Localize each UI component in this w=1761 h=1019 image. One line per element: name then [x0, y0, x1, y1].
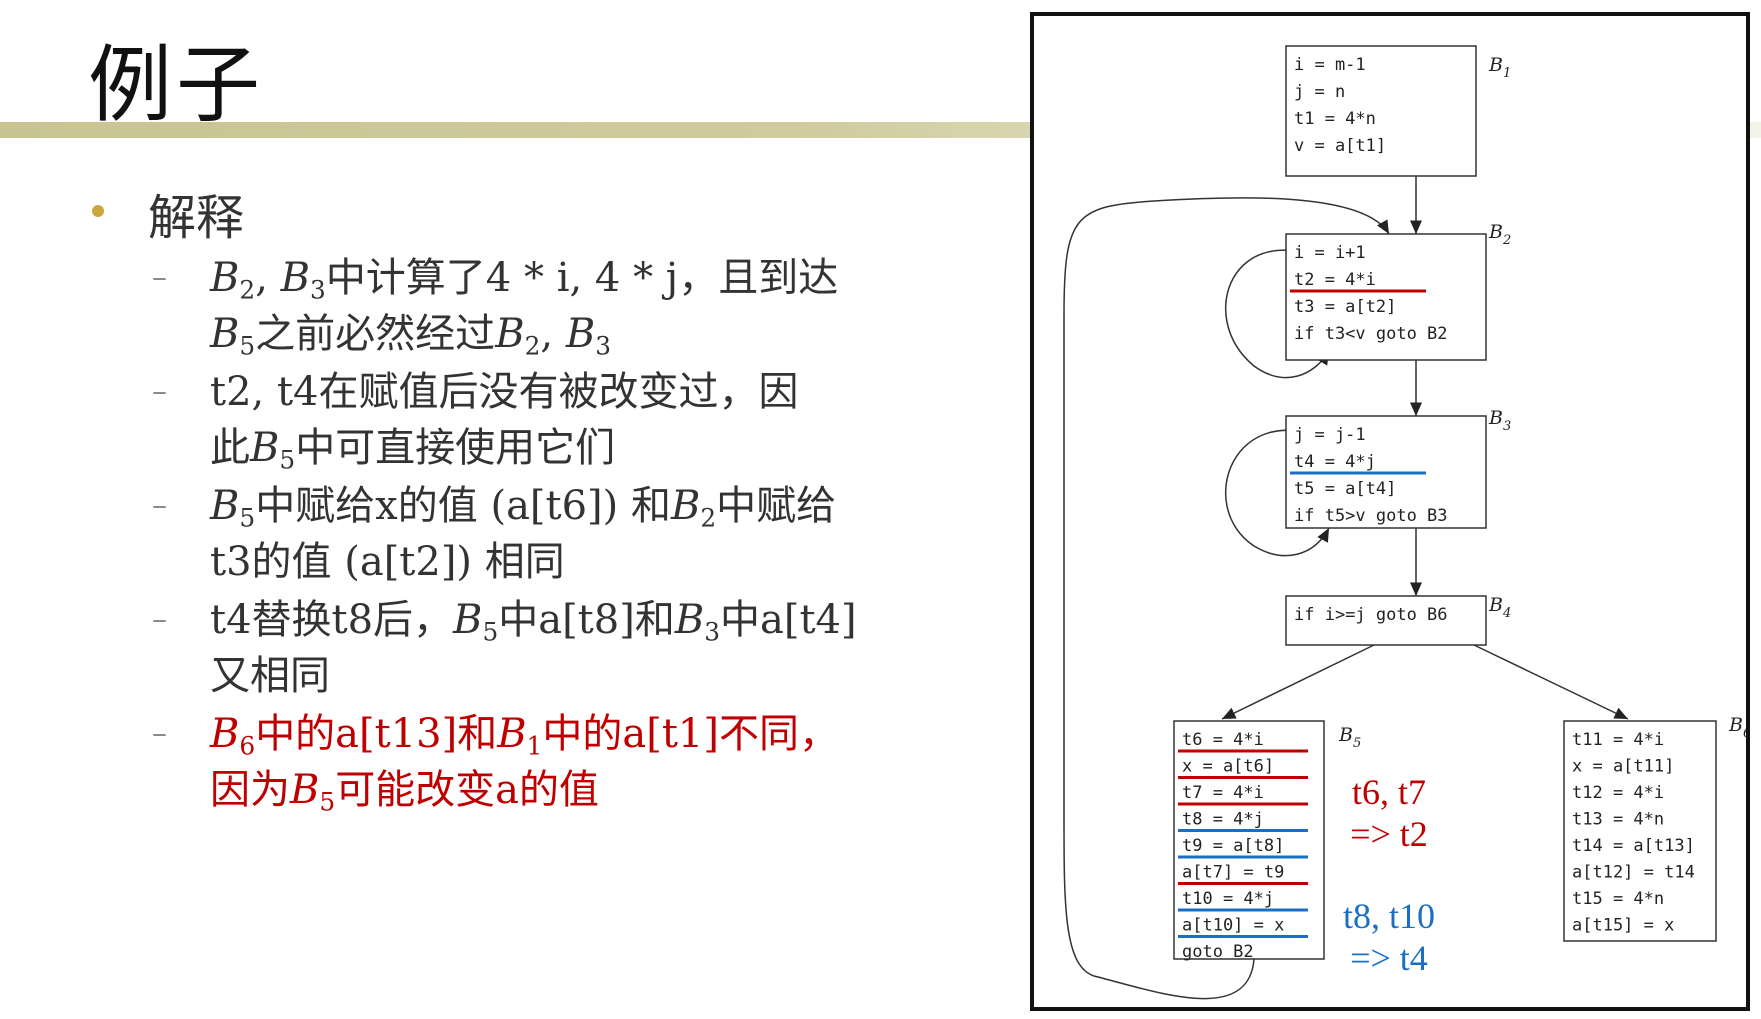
code-line: if t3<v goto B2: [1294, 324, 1448, 344]
dash-bullet-icon: –: [152, 602, 167, 637]
code-line: x = a[t11]: [1572, 757, 1674, 777]
code-line: t4 = 4*j: [1294, 452, 1376, 472]
code-line: goto B2: [1182, 942, 1254, 962]
annotation-note-blue: => t4: [1350, 938, 1428, 978]
code-line: t13 = 4*n: [1572, 810, 1664, 830]
code-line: a[t10] = x: [1182, 916, 1284, 936]
block-b6: t11 = 4*i x = a[t11] t12 = 4*i t13 = 4*n t14…: [1563, 714, 1746, 942]
code-line: x = a[t6]: [1182, 757, 1274, 777]
code-line: if i>=j goto B6: [1294, 605, 1448, 625]
dash-bullet-icon: –: [152, 716, 167, 751]
block-label: B3: [1488, 407, 1511, 434]
section-heading: 解释: [148, 190, 245, 246]
block-b1: i = m-1 j = n t1 = 4*n v = a[t1] B1: [1285, 45, 1511, 177]
code-line: t10 = 4*j: [1182, 889, 1274, 909]
block-label: B5: [1338, 724, 1361, 751]
explanation-line: 又相同: [210, 653, 330, 699]
explanation-line: t2, t4在赋值后没有被改变过，因: [210, 369, 799, 415]
explanation-line: 因为B5可能改变a的值: [210, 767, 600, 817]
dash-bullet-icon: –: [152, 374, 167, 409]
block-b5: t6 = 4*i x = a[t6] t7 = 4*i t8 = 4*j t9 = a[…: [1173, 720, 1361, 962]
block-label: B6: [1728, 714, 1746, 741]
code-line: a[t12] = t14: [1572, 863, 1695, 883]
block-b3: j = j-1 t4 = 4*j t5 = a[t4] if t5>v goto B3…: [1285, 407, 1511, 529]
slide-title: 例子: [88, 36, 265, 134]
annotation-note-red: => t2: [1350, 814, 1428, 854]
code-line: t8 = 4*j: [1182, 810, 1264, 830]
code-line: t1 = 4*n: [1294, 109, 1376, 129]
explanation-line: B6中的a[t13]和B1中的a[t1]不同，: [210, 711, 839, 761]
code-line: t5 = a[t4]: [1294, 479, 1396, 499]
code-line: t6 = 4*i: [1182, 730, 1264, 750]
explanation-item-2: – t2, t4在赋值后没有被改变过，因此B5中可直接使用它们: [152, 364, 872, 476]
code-line: t12 = 4*i: [1572, 783, 1664, 803]
explanation-line: B5中赋给x的值 (a[t6]) 和B2中赋给: [210, 483, 837, 533]
explanation-list: – B2, B3中计算了4 * i, 4 * j，且到达 B5之前必然经过B2, B…: [152, 250, 872, 820]
explanation-item-3: – B5中赋给x的值 (a[t6]) 和B2中赋给 t3的值 (a[t2]) 相同: [152, 478, 872, 590]
code-line: t3 = a[t2]: [1294, 297, 1396, 317]
explanation-line: t4替换t8后，B5中a[t8]和B3中a[t4]: [210, 597, 857, 647]
code-line: a[t7] = t9: [1182, 863, 1284, 883]
flow-graph-frame: i = m-1 j = n t1 = 4*n v = a[t1] B1 i = i+1 t2…: [1030, 12, 1750, 1011]
flow-graph: i = m-1 j = n t1 = 4*n v = a[t1] B1 i = i+1 t2…: [1063, 45, 1746, 1000]
block-label: B1: [1488, 54, 1511, 81]
block-label: B2: [1488, 221, 1511, 248]
code-line: i = m-1: [1294, 55, 1366, 75]
code-line: t9 = a[t8]: [1182, 836, 1284, 856]
block-b4: if i>=j goto B6 B4: [1285, 594, 1511, 646]
code-line: j = j-1: [1294, 425, 1366, 445]
edge-b4-b5: [1221, 644, 1375, 720]
code-line: a[t15] = x: [1572, 916, 1674, 936]
bullet-dot-icon: [92, 205, 104, 217]
explanation-line: B2, B3中计算了4 * i, 4 * j，且到达: [210, 255, 839, 305]
block-label: B4: [1488, 594, 1511, 621]
explanation-line: t3的值 (a[t2]) 相同: [210, 539, 565, 585]
code-line: v = a[t1]: [1294, 136, 1386, 156]
dash-bullet-icon: –: [152, 260, 167, 295]
explanation-line: 此B5中可直接使用它们: [210, 425, 616, 475]
code-line: j = n: [1294, 82, 1345, 102]
code-line: if t5>v goto B3: [1294, 506, 1448, 526]
annotation-note-blue: t8, t10: [1343, 896, 1435, 936]
dash-bullet-icon: –: [152, 488, 167, 523]
explanation-line: B5之前必然经过B2, B3: [210, 311, 611, 361]
code-line: t11 = 4*i: [1572, 730, 1664, 750]
code-line: t7 = 4*i: [1182, 783, 1264, 803]
code-line: t14 = a[t13]: [1572, 836, 1695, 856]
explanation-item-4: – t4替换t8后，B5中a[t8]和B3中a[t4] 又相同: [152, 592, 872, 704]
explanation-item-1: – B2, B3中计算了4 * i, 4 * j，且到达 B5之前必然经过B2, B…: [152, 250, 872, 362]
code-line: i = i+1: [1294, 243, 1366, 263]
edge-b4-b6: [1473, 644, 1629, 720]
block-b2: i = i+1 t2 = 4*i t3 = a[t2] if t3<v goto B2…: [1285, 221, 1511, 361]
explanation-item-5: – B6中的a[t13]和B1中的a[t1]不同， 因为B5可能改变a的值: [152, 706, 872, 818]
code-line: t2 = 4*i: [1294, 270, 1376, 290]
code-line: t15 = 4*n: [1572, 889, 1664, 909]
annotation-note-red: t6, t7: [1352, 772, 1426, 812]
